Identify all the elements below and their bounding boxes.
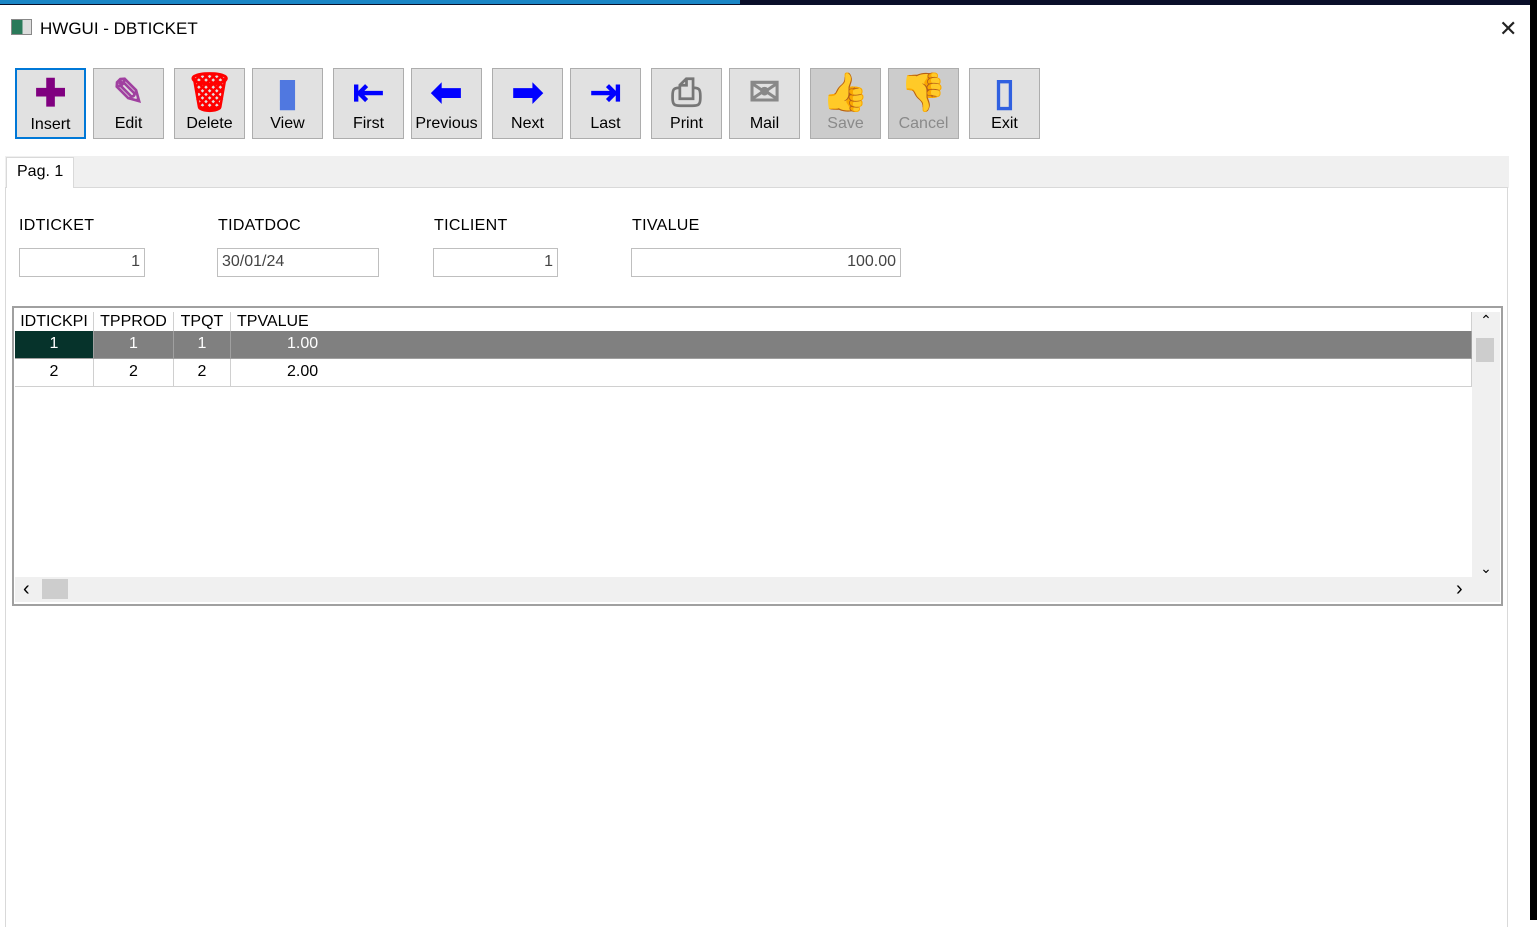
grid-cell-idtickpi[interactable]: 2 (15, 359, 94, 387)
column-header-tpprod[interactable]: TPPROD (94, 312, 174, 333)
button-label: Last (590, 115, 621, 132)
button-label: First (352, 115, 385, 132)
vertical-scrollbar[interactable]: ⌃ ⌄ (1472, 312, 1500, 579)
grid-cell-tpprod[interactable]: 1 (94, 331, 174, 359)
vertical-scroll-thumb[interactable] (1476, 338, 1494, 362)
thumbs-down-icon: 👎 (899, 72, 948, 114)
button-label: Delete (186, 115, 233, 132)
tivalue-field[interactable]: 100.00 (631, 248, 901, 277)
right-arrow-icon: ➡ (511, 72, 544, 114)
ticlient-field[interactable]: 1 (433, 248, 558, 277)
grid-cell-idtickpi[interactable]: 1 (15, 331, 94, 359)
printer-icon: ⎙ (671, 72, 702, 114)
button-label: Mail (749, 115, 780, 132)
label-idticket: IDTICKET (19, 217, 95, 234)
exit-button[interactable]: ▯ Exit (969, 68, 1040, 139)
cancel-button[interactable]: 👎 Cancel (888, 68, 959, 139)
app-icon (11, 19, 32, 35)
horizontal-scrollbar[interactable]: ‹ › (15, 577, 1500, 602)
window-border (1530, 0, 1537, 920)
button-label: Insert (30, 116, 71, 133)
next-button[interactable]: ➡ Next (492, 68, 563, 139)
save-button[interactable]: 👍 Save (810, 68, 881, 139)
first-arrow-icon: ⇤ (352, 72, 385, 114)
grid-cell-tpqt[interactable]: 2 (174, 359, 231, 387)
scroll-up-icon[interactable]: ⌃ (1472, 312, 1500, 329)
close-button[interactable]: ✕ (1499, 16, 1517, 42)
taskbar-strip (0, 0, 1537, 5)
insert-button[interactable]: ✚ Insert (15, 68, 86, 139)
thumbs-up-icon: 👍 (821, 72, 870, 114)
envelope-icon: ✉ (748, 72, 781, 114)
items-grid[interactable]: ⌃ ⌄ ‹ › IDTICKPI TPPROD TPQT TPVALUE 1 1 1 1.00… (12, 306, 1503, 606)
label-ticlient: TICLIENT (434, 217, 508, 234)
book-icon: ▮ (277, 72, 298, 114)
plus-icon: ✚ (34, 73, 67, 115)
scroll-down-icon[interactable]: ⌄ (1472, 560, 1500, 577)
view-button[interactable]: ▮ View (252, 68, 323, 139)
mail-button[interactable]: ✉ Mail (729, 68, 800, 139)
tab-pag-1[interactable]: Pag. 1 (6, 157, 74, 188)
column-header-idtickpi[interactable]: IDTICKPI (15, 312, 94, 333)
tab-bar (5, 156, 1509, 188)
grid-cell-tpprod[interactable]: 2 (94, 359, 174, 387)
edit-button[interactable]: ✎ Edit (93, 68, 164, 139)
first-button[interactable]: ⇤ First (333, 68, 404, 139)
button-label: Exit (991, 115, 1018, 132)
button-label: Print (670, 115, 703, 132)
edit-notepad-icon: ✎ (112, 72, 145, 114)
last-arrow-icon: ⇥ (589, 72, 622, 114)
idticket-field[interactable]: 1 (19, 248, 145, 277)
previous-button[interactable]: ⬅ Previous (411, 68, 482, 139)
button-label: Edit (114, 115, 143, 132)
button-label: Previous (415, 115, 478, 132)
button-label: Save (827, 115, 864, 132)
horizontal-scroll-thumb[interactable] (42, 579, 68, 599)
grid-cell-tpvalue[interactable]: 1.00 (231, 331, 1472, 359)
door-icon: ▯ (994, 72, 1015, 114)
button-label: Next (511, 115, 544, 132)
trash-icon: 🗑 (185, 72, 234, 114)
left-arrow-icon: ⬅ (430, 72, 463, 114)
column-header-tpvalue[interactable]: TPVALUE (231, 312, 1472, 333)
delete-button[interactable]: 🗑 Delete (174, 68, 245, 139)
grid-cell-tpvalue[interactable]: 2.00 (231, 359, 1472, 387)
last-button[interactable]: ⇥ Last (570, 68, 641, 139)
window-title: HWGUI - DBTICKET (40, 19, 198, 38)
label-tivalue: TIVALUE (632, 217, 700, 234)
scroll-right-icon[interactable]: › (1456, 578, 1463, 601)
tidatdoc-field[interactable]: 30/01/24 (217, 248, 379, 277)
print-button[interactable]: ⎙ Print (651, 68, 722, 139)
button-label: View (270, 115, 305, 132)
column-header-tpqt[interactable]: TPQT (174, 312, 231, 333)
grid-cell-tpqt[interactable]: 1 (174, 331, 231, 359)
label-tidatdoc: TIDATDOC (218, 217, 301, 234)
button-label: Cancel (898, 115, 949, 132)
scroll-left-icon[interactable]: ‹ (23, 578, 30, 601)
